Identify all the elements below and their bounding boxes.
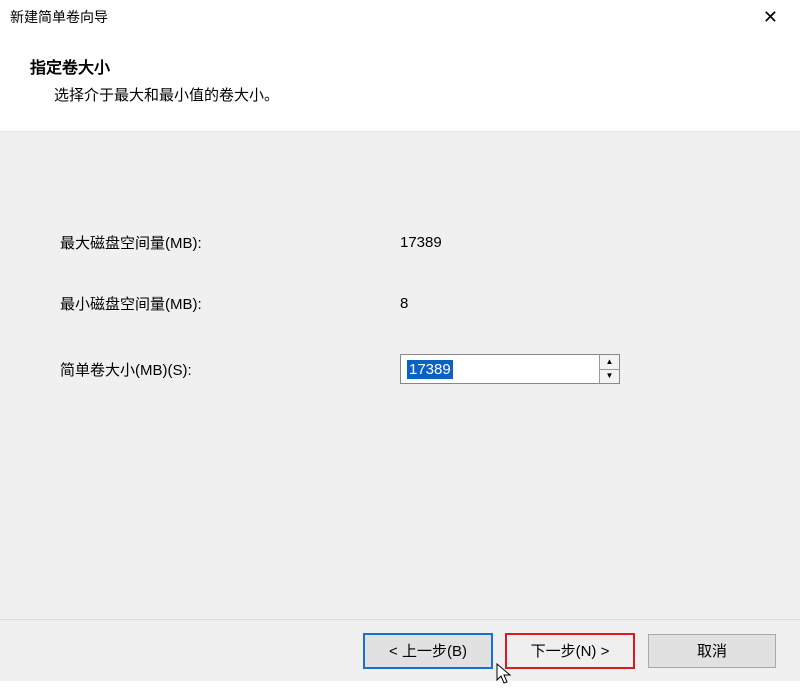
window-title: 新建简单卷向导: [10, 7, 108, 27]
close-icon[interactable]: ✕: [755, 4, 786, 30]
max-disk-row: 最大磁盘空间量(MB): 17389: [60, 232, 740, 253]
volume-size-input[interactable]: 17389: [401, 355, 599, 383]
max-disk-value: 17389: [400, 234, 442, 251]
page-title: 指定卷大小: [30, 54, 770, 78]
back-button[interactable]: < 上一步(B): [364, 634, 492, 668]
volume-size-value[interactable]: 17389: [407, 360, 453, 379]
spinner-up-icon[interactable]: ▲: [600, 355, 619, 370]
max-disk-label: 最大磁盘空间量(MB):: [60, 232, 400, 253]
min-disk-label: 最小磁盘空间量(MB):: [60, 293, 400, 314]
min-disk-value: 8: [400, 295, 408, 312]
volume-size-label: 简单卷大小(MB)(S):: [60, 359, 400, 380]
wizard-content: 最大磁盘空间量(MB): 17389 最小磁盘空间量(MB): 8 简单卷大小(…: [0, 132, 800, 619]
spinner-down-icon[interactable]: ▼: [600, 370, 619, 384]
wizard-header: 指定卷大小 选择介于最大和最小值的卷大小。: [0, 34, 800, 131]
spinner-buttons: ▲ ▼: [599, 355, 619, 383]
volume-size-spinner[interactable]: 17389 ▲ ▼: [400, 354, 620, 384]
volume-size-row: 简单卷大小(MB)(S): 17389 ▲ ▼: [60, 354, 740, 384]
wizard-footer: < 上一步(B) 下一步(N) > 取消: [0, 619, 800, 681]
page-subtitle: 选择介于最大和最小值的卷大小。: [30, 84, 770, 105]
min-disk-row: 最小磁盘空间量(MB): 8: [60, 293, 740, 314]
cancel-button[interactable]: 取消: [648, 634, 776, 668]
titlebar: 新建简单卷向导 ✕: [0, 0, 800, 34]
next-button[interactable]: 下一步(N) >: [506, 634, 634, 668]
